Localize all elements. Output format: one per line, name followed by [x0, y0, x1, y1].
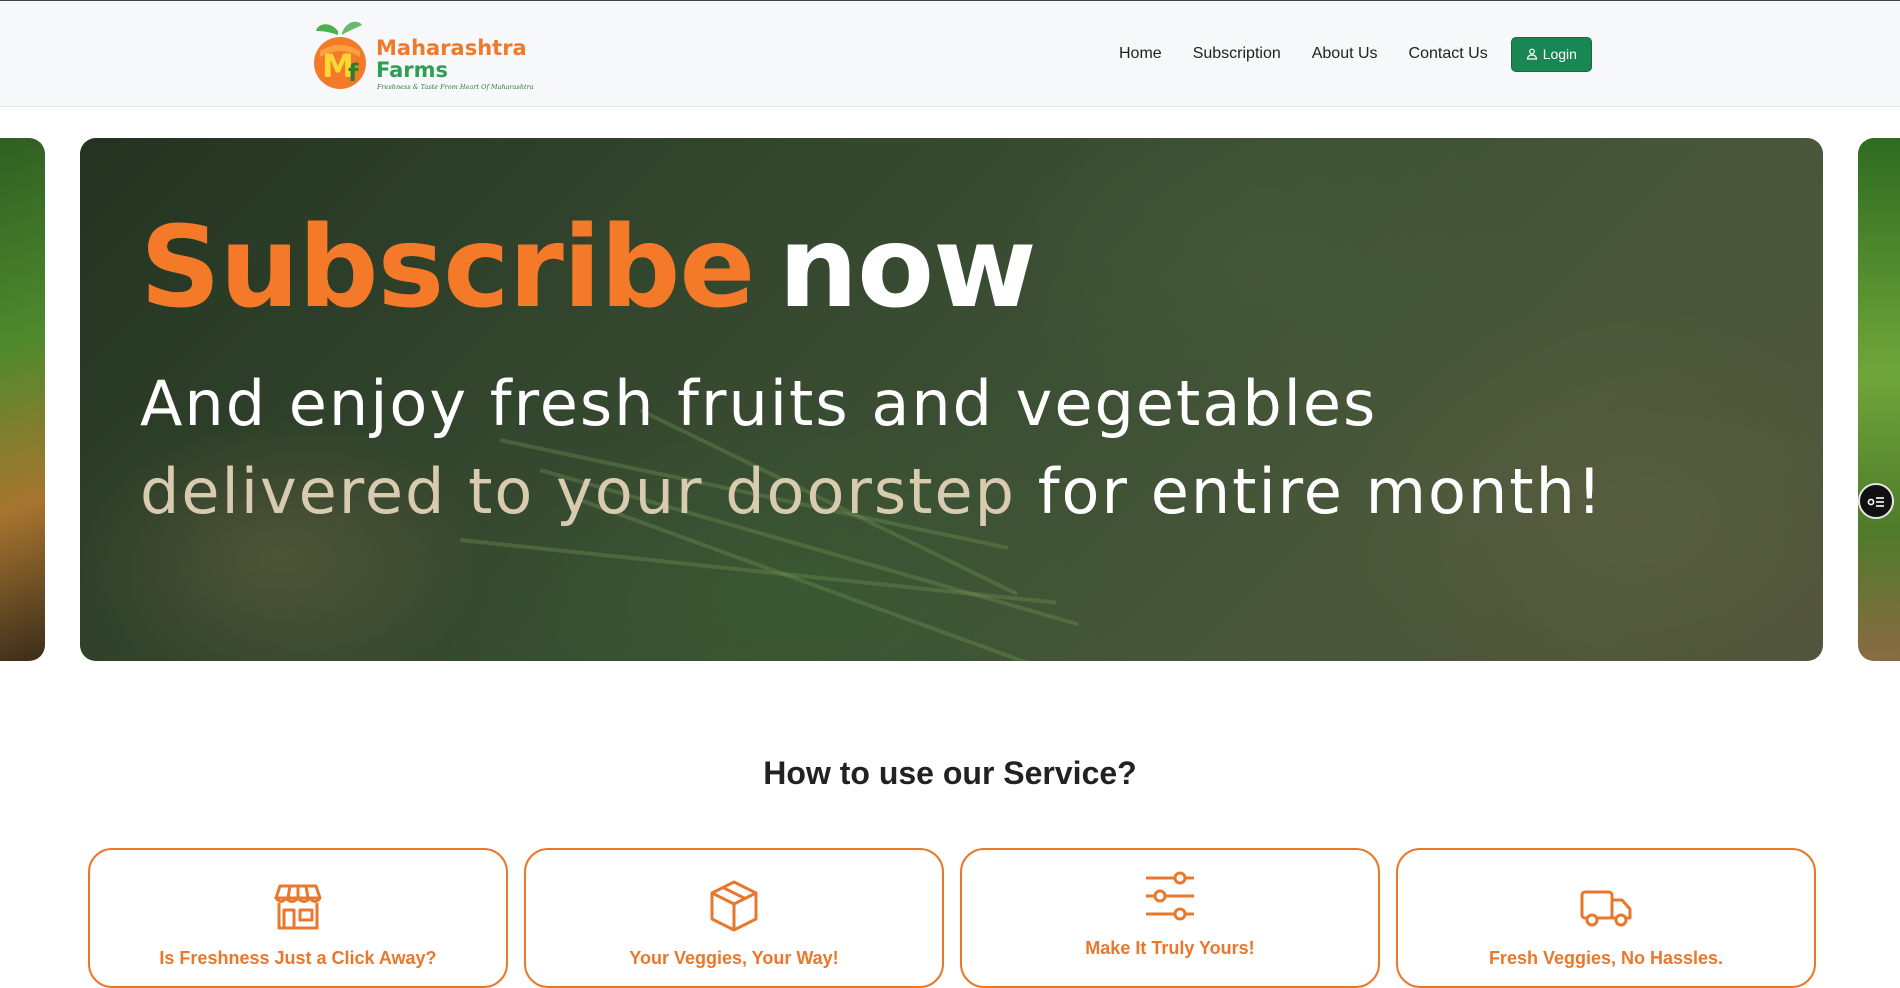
svg-text:f: f [348, 59, 359, 87]
nav-about-us[interactable]: About Us [1312, 45, 1378, 63]
site-header: M f Maharashtra Farms Freshness & Taste … [0, 1, 1900, 107]
brand-name-line1: Maharashtra [376, 36, 527, 60]
hero-headline-accent: Subscribe [140, 203, 755, 333]
main-nav: Home Subscription About Us Contact Us Lo… [1119, 36, 1592, 72]
how-to-card-customize[interactable]: Make It Truly Yours! [960, 848, 1380, 988]
floating-widget-button[interactable] [1858, 483, 1894, 519]
box-icon [710, 880, 758, 932]
brand-name: Maharashtra Farms [376, 37, 527, 81]
sliders-icon [1146, 871, 1194, 921]
how-to-card-veggies[interactable]: Your Veggies, Your Way! [524, 848, 944, 988]
nav-subscription[interactable]: Subscription [1193, 45, 1281, 63]
how-to-card-title: Your Veggies, Your Way! [629, 948, 839, 968]
login-label: Login [1542, 46, 1577, 62]
hero-text: Subscribe now And enjoy fresh fruits and … [140, 208, 1604, 532]
carousel-prev-slide[interactable] [0, 138, 45, 661]
logo-mark-icon: M f [314, 21, 366, 89]
brand-logo[interactable]: M f Maharashtra Farms Freshness & Taste … [310, 15, 534, 95]
brand-tagline: Freshness & Taste From Heart Of Maharash… [377, 83, 534, 91]
toggle-list-icon [1867, 497, 1884, 507]
store-icon [274, 884, 322, 930]
how-to-card-delivery[interactable]: Fresh Veggies, No Hassles. [1396, 848, 1816, 988]
hero-subline-2: delivered to your doorstep for entire mo… [140, 452, 1604, 532]
nav-home[interactable]: Home [1119, 45, 1162, 63]
hero-headline-rest: now [778, 203, 1036, 333]
how-to-card-title: Is Freshness Just a Click Away? [159, 948, 437, 968]
brand-name-line2: Farms [376, 58, 449, 82]
how-to-card-title: Make It Truly Yours! [1085, 938, 1255, 958]
truck-icon [1580, 890, 1632, 927]
nav-contact-us[interactable]: Contact Us [1409, 45, 1488, 63]
hero-headline: Subscribe now [140, 208, 1604, 328]
hero-subline-2-muted: delivered to your doorstep [140, 455, 1017, 528]
login-button[interactable]: Login [1510, 36, 1592, 72]
how-to-title: How to use our Service? [763, 755, 1137, 791]
user-icon [1526, 48, 1537, 60]
how-to-card-title: Fresh Veggies, No Hassles. [1488, 948, 1724, 968]
hero-slide: Subscribe now And enjoy fresh fruits and … [80, 138, 1823, 661]
hero-subline-1: And enjoy fresh fruits and vegetables [140, 367, 1378, 440]
hero-subline-2-rest: for entire month! [1037, 455, 1604, 528]
carousel-next-slide[interactable] [1858, 138, 1900, 661]
how-to-card-freshness[interactable]: Is Freshness Just a Click Away? [88, 848, 508, 988]
